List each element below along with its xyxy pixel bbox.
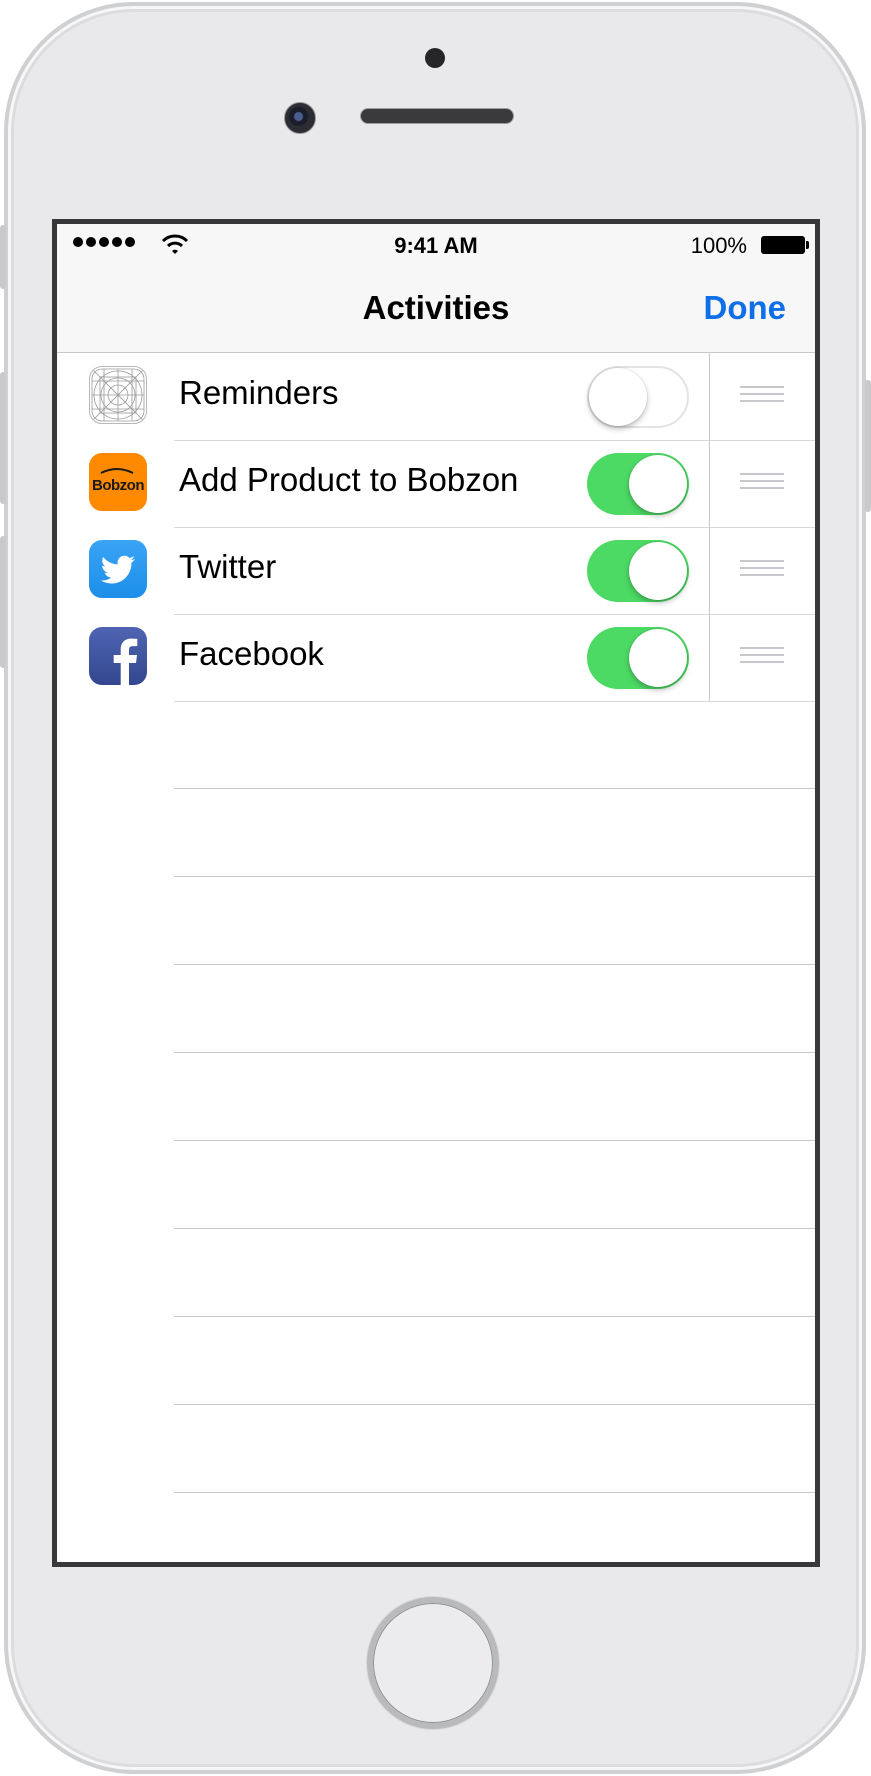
empty-row-separator [174, 1404, 815, 1405]
list-item: Bobzon Add Product to Bobzon [57, 440, 815, 528]
empty-row-separator [174, 1140, 815, 1141]
empty-row-separator [174, 788, 815, 789]
activity-label: Facebook [179, 635, 324, 672]
reorder-handle-icon[interactable] [740, 473, 784, 493]
page-title: Activities [362, 289, 510, 326]
bobzon-logo-text: Bobzon [92, 476, 144, 494]
reminders-toggle[interactable] [587, 366, 689, 428]
screen: 9:41 AM 100% Activities Done Reminders B… [52, 219, 820, 1567]
battery-icon [761, 236, 809, 254]
list-item: Twitter [57, 527, 815, 615]
list-item: Reminders [57, 353, 815, 441]
mute-switch [0, 225, 6, 289]
volume-down-button [0, 536, 6, 668]
proximity-sensor [425, 48, 445, 68]
reminders-icon [89, 366, 147, 424]
reorder-zone [709, 614, 815, 701]
bobzon-toggle[interactable] [587, 453, 689, 515]
activity-label: Reminders [179, 374, 339, 411]
home-button[interactable] [367, 1597, 499, 1729]
battery-percentage: 100% [690, 233, 747, 258]
activity-label: Twitter [179, 548, 277, 585]
activities-list: Reminders Bobzon Add Product to Bobzon T… [57, 353, 815, 1493]
reorder-zone [709, 353, 815, 440]
reorder-handle-icon[interactable] [740, 386, 784, 406]
list-item: Facebook [57, 614, 815, 702]
facebook-toggle[interactable] [587, 627, 689, 689]
empty-row-separator [174, 1052, 815, 1053]
empty-row-separator [174, 1316, 815, 1317]
volume-up-button [0, 372, 6, 504]
done-button[interactable]: Done [704, 289, 787, 327]
activity-label: Add Product to Bobzon [179, 461, 519, 498]
empty-row-separator [174, 876, 815, 877]
navigation-bar: Activities Done [57, 264, 815, 353]
power-button [865, 380, 871, 512]
empty-row-separator [174, 1492, 815, 1493]
reorder-handle-icon[interactable] [740, 560, 784, 580]
bobzon-icon: Bobzon [89, 453, 147, 511]
reorder-handle-icon[interactable] [740, 647, 784, 667]
twitter-toggle[interactable] [587, 540, 689, 602]
empty-row-separator [174, 1228, 815, 1229]
reorder-zone [709, 440, 815, 527]
reorder-zone [709, 527, 815, 614]
empty-row-separator [174, 964, 815, 965]
front-camera [284, 102, 316, 134]
facebook-icon [89, 627, 147, 685]
earpiece-speaker [360, 108, 514, 124]
status-bar: 9:41 AM 100% [57, 224, 815, 264]
twitter-icon [89, 540, 147, 598]
